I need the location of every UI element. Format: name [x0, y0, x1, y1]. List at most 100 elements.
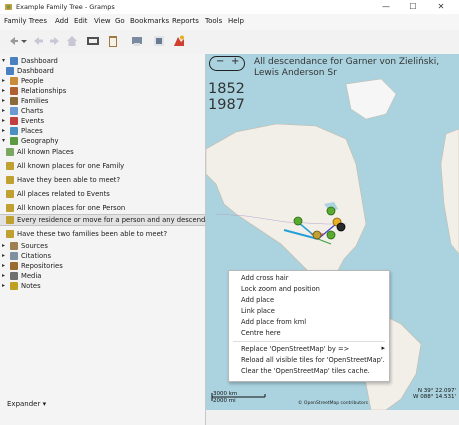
menu-item-centre-here[interactable]: Centre here [241, 329, 281, 337]
back-arrow-icon[interactable] [31, 34, 45, 48]
place-marker-icon[interactable] [336, 222, 346, 232]
menu-add[interactable]: Add [55, 17, 69, 25]
configure-view-icon[interactable] [86, 34, 100, 48]
sidebar-item-notes[interactable]: ▸ Notes [0, 281, 205, 291]
sidebar-item-label: All known places for one Family [17, 162, 125, 170]
menu-item-clear-cache[interactable]: Clear the 'OpenStreetMap' tiles cache. [241, 367, 370, 375]
close-button[interactable]: ✕ [430, 1, 452, 13]
sidebar-item-relationships[interactable]: ▸ Relationships [0, 86, 205, 96]
place-marker-icon[interactable] [293, 216, 303, 226]
back-history-icon[interactable] [6, 34, 20, 48]
menu-help[interactable]: Help [228, 17, 244, 25]
menu-edit[interactable]: Edit [74, 17, 88, 25]
menu-go[interactable]: Go [115, 17, 125, 25]
dashboard-view-icon [6, 67, 14, 75]
sidebar-item-every-residence[interactable]: Every residence or move for a person and… [0, 214, 220, 226]
collapsed-arrow-icon[interactable]: ▸ [2, 107, 5, 114]
sidebar-item-sources[interactable]: ▸ Sources [0, 241, 205, 251]
sidebar-item-all-known-places[interactable]: All known Places [0, 147, 205, 157]
menu-bookmarks[interactable]: Bookmarks [130, 17, 169, 25]
sidebar-item-dashboard-view[interactable]: Dashboard [0, 66, 205, 76]
sidebar-item-places[interactable]: ▸ Places [0, 126, 205, 136]
sidebar-item-two-families-meet[interactable]: Have these two families been able to mee… [0, 229, 205, 239]
zoom-out-button[interactable]: − [216, 56, 224, 67]
collapsed-arrow-icon[interactable]: ▸ [2, 127, 5, 134]
menu-reports[interactable]: Reports [172, 17, 199, 25]
expander-toggle[interactable]: Expander ▾ [7, 400, 46, 408]
sidebar-item-places-events[interactable]: All places related to Events [0, 189, 205, 199]
menu-family-trees[interactable]: Family Trees [4, 17, 47, 25]
expanded-arrow-icon[interactable]: ▾ [2, 137, 5, 144]
zoom-control[interactable]: − + [209, 56, 245, 71]
sidebar-item-media[interactable]: ▸ Media [0, 271, 205, 281]
history-dropdown-icon[interactable] [20, 34, 28, 48]
zoom-tool-icon[interactable] [152, 34, 166, 48]
collapsed-arrow-icon[interactable]: ▸ [2, 272, 5, 279]
sidebar-item-label: Events [21, 117, 45, 125]
sidebar-item-label: Dashboard [17, 67, 54, 75]
menu-item-link-place[interactable]: Link place [241, 307, 275, 315]
sidebar-item-repositories[interactable]: ▸ Repositories [0, 261, 205, 271]
status-bar [206, 410, 459, 425]
year-start: 1852 [208, 81, 245, 97]
place-marker-icon[interactable] [312, 230, 322, 240]
collapsed-arrow-icon[interactable]: ▸ [2, 87, 5, 94]
menu-view[interactable]: View [94, 17, 111, 25]
place-marker-icon[interactable] [326, 230, 336, 240]
map-context-menu: Add cross hair Lock zoom and position Ad… [228, 270, 390, 382]
places-one-person-icon [6, 204, 14, 212]
collapsed-arrow-icon[interactable]: ▸ [2, 282, 5, 289]
sidebar-item-places-one-person[interactable]: All known places for one Person [0, 203, 205, 213]
scale-km: 3000 km [213, 391, 238, 397]
collapsed-arrow-icon[interactable]: ▸ [2, 242, 5, 249]
collapsed-arrow-icon[interactable]: ▸ [2, 262, 5, 269]
menu-item-add-place[interactable]: Add place [241, 296, 274, 304]
sidebar-item-label: Media [21, 272, 42, 280]
sidebar-item-events[interactable]: ▸ Events [0, 116, 205, 126]
home-icon[interactable] [65, 34, 79, 48]
sidebar-item-charts[interactable]: ▸ Charts [0, 106, 205, 116]
place-marker-icon[interactable] [326, 206, 336, 216]
relationships-icon [10, 87, 18, 95]
two-families-meet-icon [6, 230, 14, 238]
zoom-in-button[interactable]: + [231, 56, 239, 67]
map-service-icon[interactable] [172, 34, 186, 48]
notes-icon [10, 282, 18, 290]
sidebar-item-people[interactable]: ▸ People [0, 76, 205, 86]
sidebar-item-label: All known Places [17, 148, 74, 156]
clipboard-icon[interactable] [106, 34, 120, 48]
map-title: All descendance for Garner von Zieliński… [254, 57, 440, 78]
all-known-places-icon [6, 148, 14, 156]
menu-item-add-place-kml[interactable]: Add place from kml [241, 318, 306, 326]
sidebar-item-places-one-family[interactable]: All known places for one Family [0, 161, 205, 171]
sidebar-item-label: Repositories [21, 262, 63, 270]
places-one-family-icon [6, 162, 14, 170]
sidebar-item-citations[interactable]: ▸ Citations [0, 251, 205, 261]
menu-item-add-cross-hair[interactable]: Add cross hair [241, 274, 288, 282]
sidebar-item-families[interactable]: ▸ Families [0, 96, 205, 106]
menu-item-lock-zoom[interactable]: Lock zoom and position [241, 285, 320, 293]
sidebar-item-geography[interactable]: ▾ Geography [0, 136, 205, 146]
minimize-button[interactable]: — [375, 1, 397, 13]
sidebar-item-label: Charts [21, 107, 44, 115]
toolbar [0, 30, 459, 55]
menu-item-replace-map[interactable]: Replace 'OpenStreetMap' by => [241, 345, 349, 353]
menu-tools[interactable]: Tools [205, 17, 222, 25]
collapsed-arrow-icon[interactable]: ▸ [2, 97, 5, 104]
media-icon [10, 272, 18, 280]
map-credits: © OpenStreetMap contributors [298, 401, 368, 406]
collapsed-arrow-icon[interactable]: ▸ [2, 117, 5, 124]
forward-arrow-icon[interactable] [48, 34, 62, 48]
print-view-icon[interactable] [130, 34, 144, 48]
maximize-button[interactable]: ☐ [402, 1, 424, 13]
collapsed-arrow-icon[interactable]: ▸ [2, 77, 5, 84]
menu-item-reload-tiles[interactable]: Reload all visible tiles for 'OpenStreet… [241, 356, 385, 364]
sidebar-item-label: Relationships [21, 87, 67, 95]
sidebar-item-able-to-meet[interactable]: Have they been able to meet? [0, 175, 205, 185]
collapsed-arrow-icon[interactable]: ▸ [2, 252, 5, 259]
sidebar-item-dashboard[interactable]: ▾ Dashboard [0, 56, 205, 66]
expanded-arrow-icon[interactable]: ▾ [2, 57, 5, 64]
sidebar-item-label: Every residence or move for a person and… [17, 216, 221, 224]
sidebar-item-label: Families [21, 97, 49, 105]
map-coordinates: N 39° 22.097' W 088° 14.531' [413, 388, 456, 400]
